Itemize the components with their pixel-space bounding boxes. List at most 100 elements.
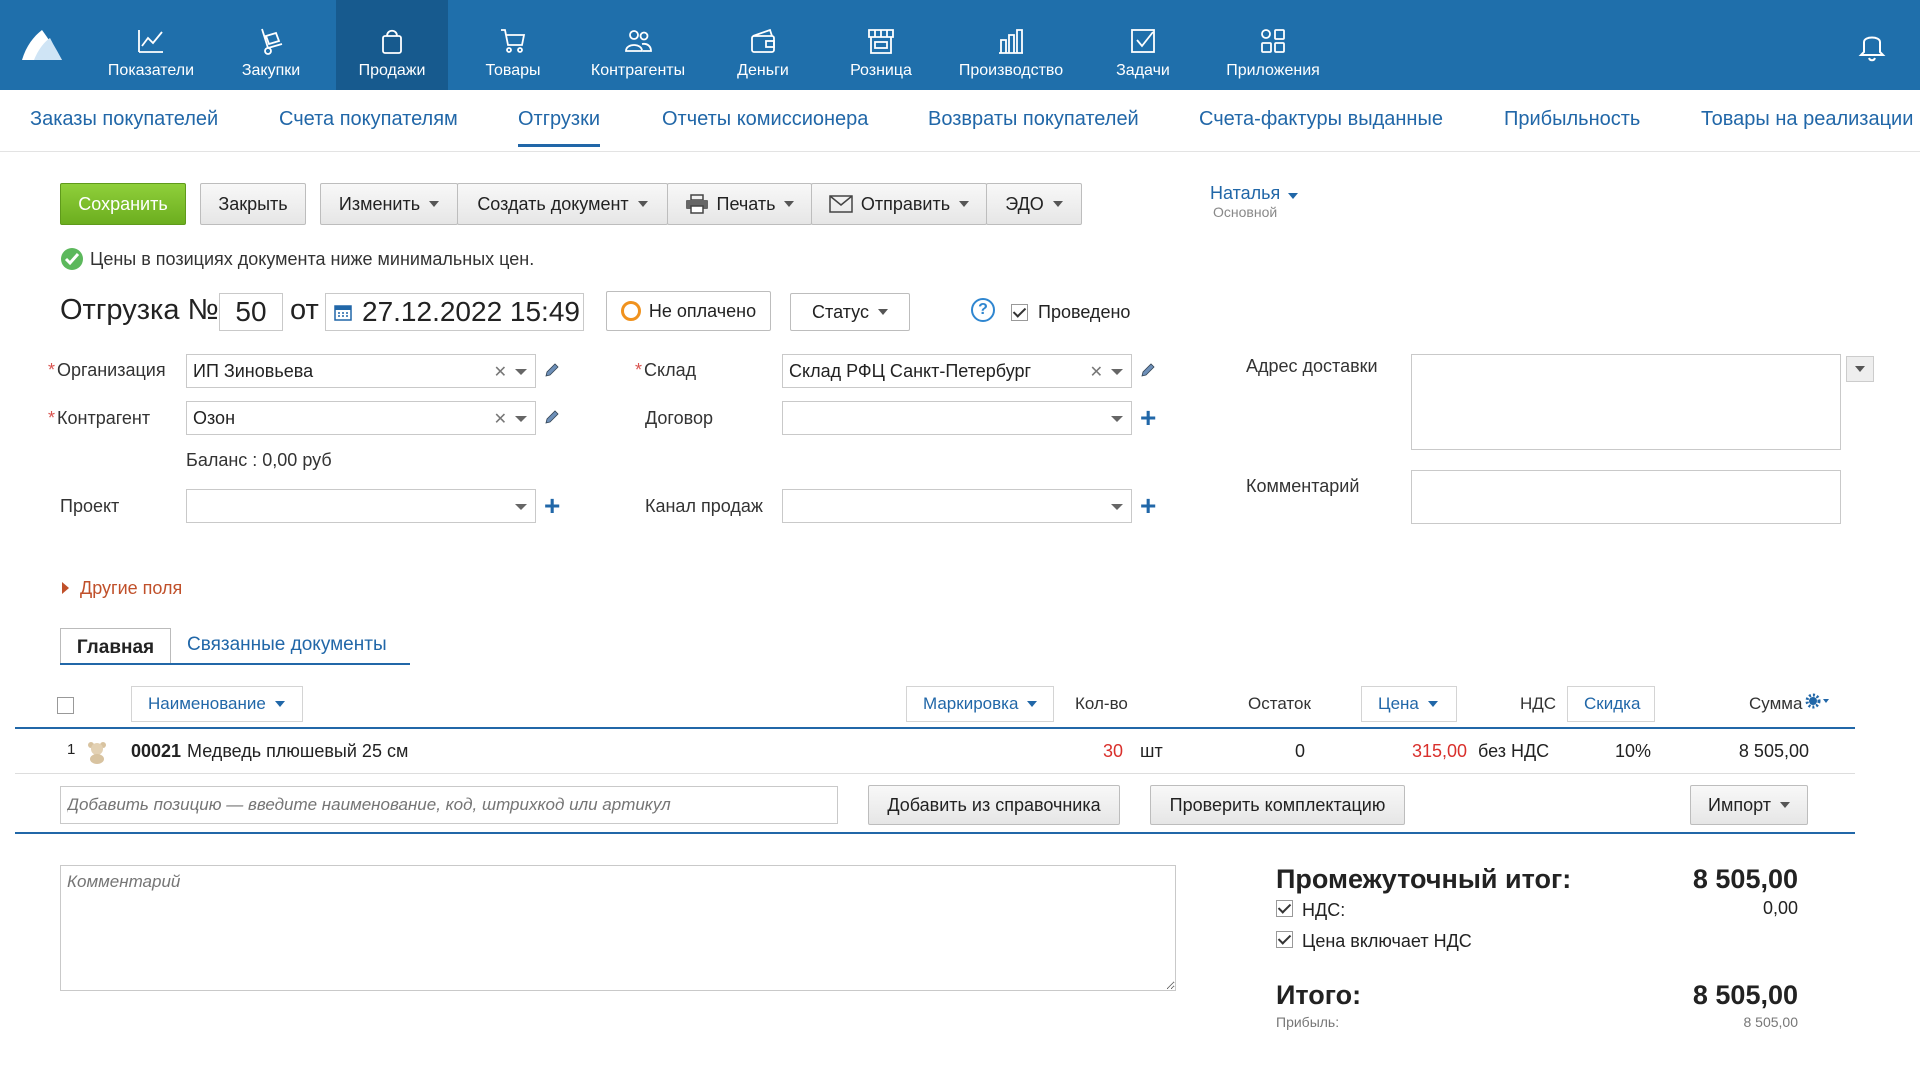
document-number-input[interactable]: 50 [219,293,283,331]
chevron-down-icon [784,201,795,207]
tab-consignment-goods[interactable]: Товары на реализации [1701,108,1913,131]
chevron-down-icon [959,201,970,207]
product-name[interactable]: Медведь плюшевый 25 см [187,741,408,762]
nav-item-tasks[interactable]: Задачи [1098,0,1188,90]
document-date-input[interactable]: 27.12.2022 15:49 [325,293,584,331]
status-dropdown-button[interactable]: Статус [790,293,910,331]
dropdown-arrow-icon[interactable] [1111,369,1123,375]
nav-item-money[interactable]: Деньги [718,0,808,90]
tab-linked-documents[interactable]: Связанные документы [171,634,403,656]
organization-label: * Организация [48,360,166,381]
close-button[interactable]: Закрыть [200,183,306,225]
check-kit-button[interactable]: Проверить комплектацию [1150,785,1405,825]
row-quantity[interactable]: 30 [1067,741,1123,762]
table-row[interactable]: 1 00021 Медведь плюшевый 25 см 30 шт 0 3… [15,729,1855,774]
nav-item-production[interactable]: Производство [946,0,1076,90]
vat-column-header: НДС [1520,694,1557,713]
posted-checkbox[interactable] [1011,304,1028,321]
add-from-reference-button[interactable]: Добавить из справочника [868,785,1120,825]
bell-icon[interactable] [1856,28,1888,62]
nav-item-contractors[interactable]: Контрагенты [578,0,698,90]
sales-channel-select[interactable] [782,489,1132,523]
dropdown-arrow-icon[interactable] [515,369,527,375]
calendar-icon[interactable] [334,303,352,321]
warehouse-select[interactable]: Склад РФЦ Санкт-Петербург ✕ [782,354,1132,388]
contract-select[interactable] [782,401,1132,435]
dropdown-arrow-icon[interactable] [1111,416,1123,422]
contractor-select[interactable]: Озон ✕ [186,401,536,435]
add-position-input[interactable] [60,786,838,824]
document-comment-textarea[interactable] [60,865,1176,991]
required-marker: * [635,360,643,380]
tab-main[interactable]: Главная [60,628,171,664]
add-project-icon[interactable]: + [544,492,560,520]
nav-item-apps[interactable]: Приложения [1210,0,1336,90]
dropdown-arrow-icon[interactable] [515,504,527,510]
row-vat[interactable]: без НДС [1478,741,1549,762]
other-fields-link[interactable]: Другие поля [80,578,182,599]
apps-icon [1261,29,1285,53]
tabs-underline [60,663,410,665]
chevron-down-icon [1779,802,1790,808]
nav-item-purchases[interactable]: Закупки [226,0,316,90]
edo-button[interactable]: ЭДО [986,183,1082,225]
row-discount[interactable]: 10% [1615,741,1651,762]
price-includes-vat-checkbox[interactable] [1276,931,1293,948]
envelope-icon [829,195,853,213]
add-sales-channel-icon[interactable]: + [1140,492,1156,520]
vat-checkbox[interactable] [1276,900,1293,917]
subtotal-label: Промежуточный итог: [1276,864,1572,894]
dropdown-arrow-icon[interactable] [1111,504,1123,510]
create-document-button[interactable]: Создать документ [457,183,668,225]
balance-text: Баланс : 0,00 руб [186,450,332,470]
logo-icon[interactable] [20,26,64,62]
project-select[interactable] [186,489,536,523]
tab-customer-orders[interactable]: Заказы покупателей [30,108,218,131]
row-price[interactable]: 315,00 [1355,741,1467,762]
clear-icon[interactable]: ✕ [494,362,507,382]
address-expand-button[interactable] [1846,356,1874,382]
import-button[interactable]: Импорт [1690,785,1808,825]
pencil-icon[interactable] [1140,362,1156,378]
profit-value: 8 505,00 [1743,1014,1799,1030]
tab-issued-invoices[interactable]: Счета-фактуры выданные [1199,108,1443,131]
contractor-value: Озон [193,407,236,428]
print-button[interactable]: Печать [667,183,812,225]
discount-column-header[interactable]: Скидка [1567,686,1655,722]
save-button[interactable]: Сохранить [60,183,186,225]
edit-dropdown-button[interactable]: Изменить [320,183,458,225]
payment-status-button[interactable]: Не оплачено [606,291,771,331]
name-column-header[interactable]: Наименование [131,686,303,722]
dropdown-arrow-icon[interactable] [515,416,527,422]
tab-profitability[interactable]: Прибыльность [1504,108,1640,131]
expand-triangle-icon[interactable] [62,582,69,594]
delivery-address-input[interactable] [1411,354,1841,450]
nav-item-indicators[interactable]: Показатели [96,0,206,90]
posted-label: Проведено [1038,302,1131,322]
vat-label: НДС: [1302,900,1346,920]
pencil-icon[interactable] [544,362,560,378]
tab-customer-returns[interactable]: Возвраты покупателей [928,108,1139,131]
send-button[interactable]: Отправить [811,183,987,225]
check-circle-icon [61,248,83,270]
comment-field[interactable] [1411,470,1841,524]
add-contract-icon[interactable]: + [1140,404,1156,432]
organization-select[interactable]: ИП Зиновьева ✕ [186,354,536,388]
select-all-checkbox[interactable] [57,697,74,714]
help-icon[interactable]: ? [971,298,995,322]
tab-customer-invoices[interactable]: Счета покупателям [279,108,458,131]
stock-column-header: Остаток [1248,694,1311,713]
clear-icon[interactable]: ✕ [1090,362,1103,382]
marking-column-header[interactable]: Маркировка [906,686,1054,722]
nav-item-goods[interactable]: Товары [468,0,558,90]
tab-shipments[interactable]: Отгрузки [518,108,601,147]
clear-icon[interactable]: ✕ [494,409,507,429]
nav-item-sales[interactable]: Продажи [336,0,448,90]
price-column-header[interactable]: Цена [1361,686,1457,722]
nav-item-retail[interactable]: Розница [836,0,926,90]
user-menu[interactable]: Наталья [1210,183,1299,204]
nav-item-label: Розница [850,62,912,79]
gear-icon[interactable] [1805,693,1833,709]
pencil-icon[interactable] [544,409,560,425]
tab-commission-reports[interactable]: Отчеты комиссионера [662,108,868,131]
